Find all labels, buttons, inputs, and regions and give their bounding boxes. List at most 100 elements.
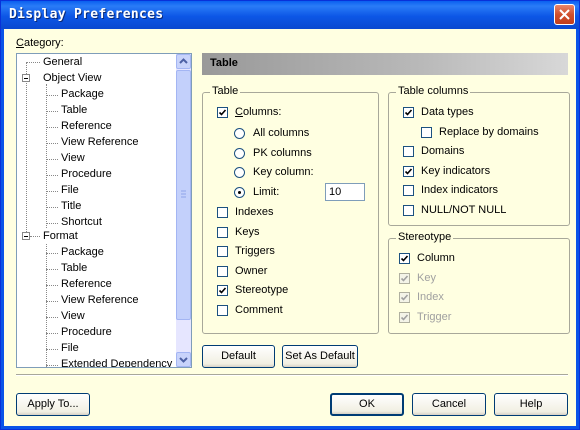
check-icon <box>400 255 409 262</box>
category-tree[interactable]: General Object View Format Package Table… <box>16 53 192 368</box>
title-bar[interactable]: Display Preferences <box>1 1 579 29</box>
tree-item-reference[interactable]: Reference <box>61 278 112 290</box>
radio-label-pk-columns: PK columns <box>253 146 312 159</box>
checkbox-domains[interactable] <box>403 146 414 157</box>
check-icon <box>400 274 409 282</box>
checkbox-label-replace-by-domains: Replace by domains <box>439 125 539 138</box>
help-button-label: Help <box>519 398 543 410</box>
tree-connector <box>46 301 58 302</box>
checkbox-label-null-not-null: NULL/NOT NULL <box>421 203 507 216</box>
tree-item-procedure[interactable]: Procedure <box>61 168 112 180</box>
tree-connector <box>46 333 58 334</box>
stereotype-group-title: Stereotype <box>396 231 454 243</box>
tree-item-shortcut[interactable]: Shortcut <box>61 216 102 228</box>
checkbox-label-stereotype-index: Index <box>417 291 444 303</box>
checkbox-label-stereotype-trigger: Trigger <box>417 310 452 323</box>
tree-connector <box>46 317 58 318</box>
checkbox-stereotype-index <box>399 292 410 303</box>
limit-input[interactable]: 10 <box>325 183 365 201</box>
checkbox-null-not-null[interactable] <box>403 204 414 216</box>
tree-item-table[interactable]: Table <box>61 262 87 274</box>
columns-checkbox[interactable] <box>217 107 228 118</box>
tree-item-title[interactable]: Title <box>61 200 81 212</box>
checkbox-label-domains: Domains <box>421 145 465 157</box>
close-button[interactable] <box>554 4 575 25</box>
ok-button[interactable]: OK <box>330 393 404 416</box>
checkbox-label-comment: Comment <box>235 303 283 316</box>
checkbox-triggers[interactable] <box>217 246 228 257</box>
tree-item-file[interactable]: File <box>61 342 79 354</box>
close-icon <box>559 9 570 20</box>
tree-connector <box>46 285 58 286</box>
radio-all-columns[interactable] <box>234 128 245 139</box>
tree-item-view-reference[interactable]: View Reference <box>61 136 138 148</box>
scroll-thumb[interactable] <box>176 70 191 320</box>
scroll-down-button[interactable] <box>176 352 191 367</box>
tree-item-procedure[interactable]: Procedure <box>61 326 112 338</box>
stereotype-group: Stereotype Column Key Index Trigger <box>388 231 570 334</box>
tree-item-view[interactable]: View <box>61 152 85 164</box>
category-label: Category: <box>16 37 64 49</box>
tree-item-package[interactable]: Package <box>61 88 104 100</box>
scroll-up-button[interactable] <box>176 54 191 69</box>
checkbox-label-owner: Owner <box>235 264 268 277</box>
checkbox-label-key-indicators: Key indicators <box>421 164 491 177</box>
tree-connector <box>46 349 58 350</box>
checkbox-label-stereotype-key: Key <box>417 271 436 284</box>
checkbox-label-index-indicators: Index indicators <box>421 184 499 196</box>
check-icon <box>404 109 413 116</box>
set-as-default-button-label: Set As Default <box>285 350 355 362</box>
tree-item-general[interactable]: General <box>43 56 82 68</box>
tree-item-file[interactable]: File <box>61 184 79 196</box>
set-as-default-button[interactable]: Set As Default <box>282 345 358 368</box>
check-icon <box>400 294 409 301</box>
help-button[interactable]: Help <box>494 393 568 416</box>
radio-limit[interactable] <box>234 186 245 198</box>
tree-item-view-reference[interactable]: View Reference <box>61 294 138 306</box>
default-button[interactable]: Default <box>202 345 275 368</box>
tree-connector <box>46 365 58 366</box>
checkbox-label-stereotype-column: Column <box>417 252 455 264</box>
checkbox-data-types[interactable] <box>403 107 414 118</box>
checkbox-label-keys: Keys <box>235 225 260 238</box>
tree-scrollbar[interactable] <box>176 54 191 367</box>
tree-item-package[interactable]: Package <box>61 246 104 258</box>
apply-to-button-label: Apply To... <box>27 398 79 410</box>
checkbox-label-triggers: Triggers <box>235 245 275 257</box>
checkbox-comment[interactable] <box>217 304 228 316</box>
checkbox-keys[interactable] <box>217 226 228 238</box>
tree-item-view[interactable]: View <box>61 310 85 322</box>
table-columns-group: Table columns Data types Replace by domai… <box>388 85 570 226</box>
radio-pk-columns[interactable] <box>234 147 245 159</box>
checkbox-indexes[interactable] <box>217 207 228 218</box>
checkbox-stereotype-key <box>399 272 410 284</box>
ok-button-label: OK <box>359 398 375 410</box>
tree-item-extended-dependency[interactable]: Extended Dependency <box>61 358 172 367</box>
section-header: Table <box>202 53 568 75</box>
cancel-button[interactable]: Cancel <box>412 393 486 416</box>
separator <box>16 374 568 376</box>
checkbox-stereotype-trigger <box>399 311 410 323</box>
tree-item-format[interactable]: Format <box>43 230 78 242</box>
tree-connector <box>46 111 58 112</box>
apply-to-button[interactable]: Apply To... <box>16 393 90 416</box>
collapse-icon[interactable] <box>22 232 30 240</box>
checkbox-stereotype[interactable] <box>217 285 228 296</box>
checkbox-stereotype-column[interactable] <box>399 253 410 264</box>
radio-key-column[interactable] <box>234 167 245 178</box>
table-columns-group-title: Table columns <box>396 85 471 97</box>
chevron-up-icon <box>179 58 188 64</box>
tree-item-table[interactable]: Table <box>61 104 87 116</box>
section-header-title: Table <box>210 57 238 69</box>
checkbox-label-data-types: Data types <box>421 106 474 118</box>
cancel-button-label: Cancel <box>431 398 467 410</box>
display-preferences-dialog: Display Preferences Category: General Ob… <box>0 0 580 430</box>
checkbox-label-indexes: Indexes <box>235 206 274 218</box>
collapse-icon[interactable] <box>22 74 30 82</box>
checkbox-key-indicators[interactable] <box>403 165 414 177</box>
checkbox-owner[interactable] <box>217 265 228 277</box>
checkbox-index-indicators[interactable] <box>403 185 414 196</box>
tree-item-object-view[interactable]: Object View <box>43 72 102 84</box>
checkbox-replace-by-domains[interactable] <box>421 126 432 138</box>
tree-item-reference[interactable]: Reference <box>61 120 112 132</box>
